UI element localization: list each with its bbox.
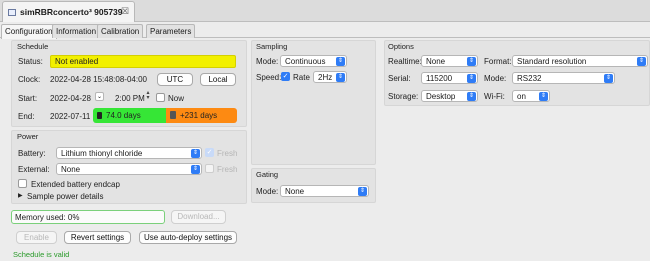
now-label: Now bbox=[168, 94, 185, 103]
select-arrow-icon: ⇕ bbox=[336, 57, 345, 66]
format-value: Standard resolution bbox=[517, 57, 587, 66]
select-arrow-icon: ⇕ bbox=[467, 74, 476, 83]
rate-value: 2Hz bbox=[318, 73, 333, 82]
storage-select[interactable]: Desktop ⇕ bbox=[421, 90, 478, 102]
wifi-label: Wi-Fi: bbox=[484, 92, 505, 101]
schedule-title: Schedule bbox=[17, 42, 49, 51]
serial-mode-label: Mode: bbox=[484, 74, 507, 83]
select-arrow-icon: ⇕ bbox=[604, 74, 613, 83]
time-stepper-icon[interactable]: ▴ ▾ bbox=[144, 90, 152, 102]
fresh-battery-label: Fresh bbox=[217, 149, 238, 158]
external-select[interactable]: None ⇕ bbox=[56, 163, 202, 175]
select-arrow-icon: ⇕ bbox=[637, 57, 646, 66]
gating-mode-select[interactable]: None ⇕ bbox=[280, 185, 369, 197]
fresh-external-label: Fresh bbox=[217, 165, 238, 174]
revert-settings-button[interactable]: Revert settings bbox=[64, 231, 131, 244]
wifi-select[interactable]: on ⇕ bbox=[512, 90, 550, 102]
speed-label: Speed: bbox=[256, 73, 282, 82]
serial-mode-value: RS232 bbox=[517, 74, 542, 83]
select-arrow-icon: ⇕ bbox=[467, 57, 476, 66]
wifi-value: on bbox=[517, 92, 526, 101]
realtime-select[interactable]: None ⇕ bbox=[421, 55, 478, 67]
format-label: Format: bbox=[484, 57, 512, 66]
fresh-battery-checkbox[interactable]: ✓ bbox=[205, 148, 214, 157]
select-arrow-icon: ⇕ bbox=[191, 165, 200, 174]
rate-label: Rate bbox=[293, 73, 310, 82]
disclosure-triangle-icon[interactable]: ▶ bbox=[18, 192, 23, 199]
battery-icon bbox=[97, 112, 102, 119]
rate-select[interactable]: 2Hz ⇕ bbox=[313, 71, 347, 83]
tab-parameters[interactable]: Parameters bbox=[146, 24, 196, 38]
tab-information[interactable]: Information bbox=[52, 24, 101, 38]
close-icon[interactable]: ☒ bbox=[121, 6, 129, 17]
clock-value: 2022-04-28 15:48:08-04:00 bbox=[50, 75, 147, 84]
editor-tab-title: simRBRconcerto³ 905739 bbox=[20, 7, 123, 17]
document-icon bbox=[8, 9, 16, 16]
battery-value: Lithium thionyl chloride bbox=[61, 149, 143, 158]
start-label: Start: bbox=[18, 94, 38, 103]
select-arrow-icon: ⇕ bbox=[358, 187, 367, 196]
serial-select[interactable]: 115200 ⇕ bbox=[421, 72, 478, 84]
realtime-label: Realtime: bbox=[388, 57, 422, 66]
enable-button[interactable]: Enable bbox=[16, 231, 57, 244]
now-checkbox[interactable] bbox=[156, 93, 165, 102]
chevron-down-icon[interactable]: ⌄ bbox=[95, 92, 104, 101]
local-button[interactable]: Local bbox=[200, 73, 236, 86]
external-label: External: bbox=[18, 165, 50, 174]
status-value: Not enabled bbox=[55, 57, 99, 66]
memory-used-label: Memory used: 0% bbox=[15, 213, 80, 222]
tab-bar: Configuration Information Calibration Pa… bbox=[0, 22, 650, 39]
start-date[interactable]: 2022-04-28 bbox=[50, 94, 91, 103]
serial-mode-select[interactable]: RS232 ⇕ bbox=[512, 72, 615, 84]
fresh-external-checkbox[interactable] bbox=[205, 164, 214, 173]
battery-label: Battery: bbox=[18, 149, 46, 158]
serial-label: Serial: bbox=[388, 74, 411, 83]
serial-value: 115200 bbox=[426, 74, 453, 83]
status-label: Status: bbox=[18, 57, 43, 66]
validation-message: Schedule is valid bbox=[13, 250, 70, 259]
power-title: Power bbox=[17, 132, 39, 141]
sampling-mode-label: Mode: bbox=[256, 57, 279, 66]
sampling-mode-value: Continuous bbox=[285, 57, 326, 66]
select-arrow-icon: ⇕ bbox=[467, 92, 476, 101]
sampling-mode-select[interactable]: Continuous ⇕ bbox=[280, 55, 347, 67]
sample-power-details-label[interactable]: Sample power details bbox=[27, 192, 103, 201]
tab-calibration[interactable]: Calibration bbox=[97, 24, 144, 38]
gating-title: Gating bbox=[256, 170, 279, 179]
duration-bar: 74.0 days bbox=[93, 108, 166, 123]
end-label: End: bbox=[18, 112, 35, 121]
realtime-value: None bbox=[426, 57, 446, 66]
select-arrow-icon: ⇕ bbox=[539, 92, 548, 101]
select-arrow-icon: ⇕ bbox=[336, 73, 345, 82]
battery-select[interactable]: Lithium thionyl chloride ⇕ bbox=[56, 147, 202, 159]
storage-label: Storage: bbox=[388, 92, 419, 101]
extended-endcap-label: Extended battery endcap bbox=[31, 180, 120, 189]
editor-tab[interactable]: simRBRconcerto³ 905739 ☒ bbox=[2, 1, 135, 22]
utc-button[interactable]: UTC bbox=[157, 73, 193, 86]
select-arrow-icon: ⇕ bbox=[191, 149, 200, 158]
sampling-title: Sampling bbox=[256, 42, 288, 51]
extra-days: +231 days bbox=[180, 111, 218, 120]
start-time[interactable]: 2:00 PM bbox=[115, 94, 145, 103]
rate-checkbox[interactable]: ✓ bbox=[281, 72, 290, 81]
memory-used-field: Memory used: 0% bbox=[11, 210, 165, 224]
options-title: Options bbox=[388, 42, 414, 51]
gating-mode-label: Mode: bbox=[256, 187, 279, 196]
storage-value: Desktop bbox=[426, 92, 456, 101]
status-field: Not enabled bbox=[50, 55, 236, 68]
duration-days: 74.0 days bbox=[106, 111, 141, 120]
external-value: None bbox=[61, 165, 81, 174]
end-date: 2022-07-11 bbox=[50, 112, 91, 121]
extra-bar: +231 days bbox=[166, 108, 237, 123]
download-button[interactable]: Download... bbox=[171, 210, 226, 224]
tab-configuration[interactable]: Configuration bbox=[1, 24, 57, 39]
clock-label: Clock: bbox=[18, 75, 41, 84]
extended-endcap-checkbox[interactable] bbox=[18, 179, 27, 188]
trash-icon bbox=[170, 111, 176, 119]
format-select[interactable]: Standard resolution ⇕ bbox=[512, 55, 648, 67]
auto-deploy-button[interactable]: Use auto-deploy settings bbox=[139, 231, 237, 244]
gating-mode-value: None bbox=[285, 187, 305, 196]
